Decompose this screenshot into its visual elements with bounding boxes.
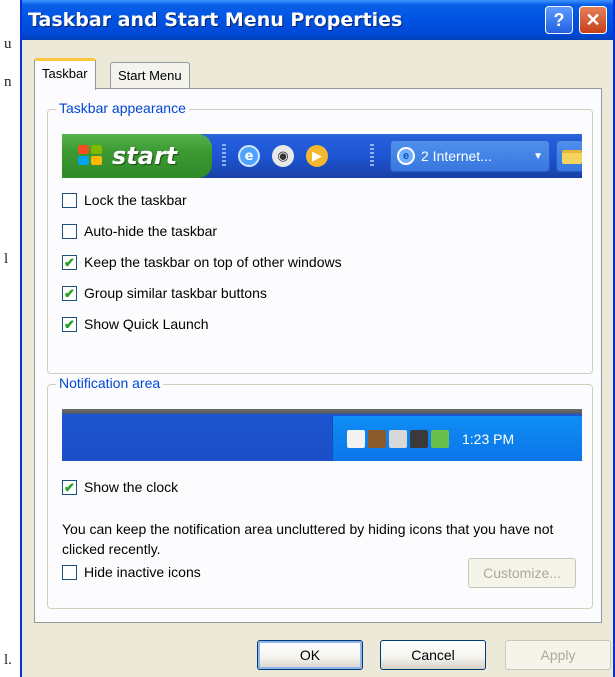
hide-inactive-label: Hide inactive icons: [84, 564, 201, 580]
group-buttons-checkbox[interactable]: [62, 285, 77, 301]
help-button[interactable]: ?: [545, 6, 573, 34]
auto-hide-label: Auto-hide the taskbar: [84, 223, 218, 239]
keep-on-top-checkbox[interactable]: [62, 254, 77, 270]
background-text-3: l: [4, 251, 9, 267]
tray-icon-3: [389, 429, 407, 448]
background-text-1: u: [4, 36, 12, 52]
chevron-down-icon: ▼: [533, 150, 543, 162]
window-title: Taskbar and Start Menu Properties: [28, 9, 403, 31]
show-clock-checkbox[interactable]: [62, 479, 77, 495]
quick-launch-label: Show Quick Launch: [84, 316, 209, 332]
start-button-preview: start: [62, 134, 212, 178]
folder-button-preview: [556, 140, 582, 172]
close-button[interactable]: ✕: [579, 6, 607, 34]
clock-time: 1:23 PM: [462, 430, 515, 447]
media-icon: ▶: [306, 145, 328, 167]
ok-button[interactable]: OK: [257, 640, 363, 670]
apply-button[interactable]: Apply: [505, 640, 611, 670]
internet-explorer-icon: e: [238, 145, 260, 167]
media-player-icon: ◉: [272, 145, 294, 167]
lock-taskbar-checkbox[interactable]: [62, 192, 77, 208]
auto-hide-option[interactable]: Auto-hide the taskbar: [62, 223, 217, 239]
folder-icon: [562, 150, 582, 164]
notification-preview: 1:23 PM: [62, 409, 582, 461]
quick-launch-option[interactable]: Show Quick Launch: [62, 316, 209, 332]
system-tray-preview: 1:23 PM: [332, 416, 582, 461]
tray-icon-1: [347, 429, 365, 448]
tab-panel: Taskbar appearance start e ◉ ▶ e 2 Inter…: [34, 88, 602, 623]
taskbar-grip: [370, 144, 374, 168]
internet-explorer-icon: e: [397, 147, 415, 165]
auto-hide-checkbox[interactable]: [62, 223, 77, 239]
quick-launch-checkbox[interactable]: [62, 316, 77, 332]
notification-area-group: Notification area 1:23 PM Show the clock…: [47, 375, 593, 609]
tab-taskbar[interactable]: Taskbar: [34, 58, 96, 90]
quick-launch-grip: [222, 144, 226, 168]
taskbar-preview: start e ◉ ▶ e 2 Internet... ▼: [62, 134, 582, 178]
taskbar-appearance-group: Taskbar appearance start e ◉ ▶ e 2 Inter…: [47, 100, 593, 374]
tab-start-menu[interactable]: Start Menu: [110, 62, 190, 88]
taskbar-appearance-legend: Taskbar appearance: [56, 100, 189, 116]
show-clock-option[interactable]: Show the clock: [62, 479, 178, 495]
show-clock-label: Show the clock: [84, 479, 179, 495]
tray-icon-4: [410, 429, 428, 448]
windows-logo-icon: [78, 145, 104, 167]
hide-inactive-checkbox[interactable]: [62, 564, 77, 580]
lock-taskbar-label: Lock the taskbar: [84, 192, 187, 208]
tray-icon-5: [431, 429, 449, 448]
task-button-label: 2 Internet...: [421, 148, 492, 164]
group-buttons-option[interactable]: Group similar taskbar buttons: [62, 285, 267, 301]
tray-icon-2: [368, 429, 386, 448]
notification-description: You can keep the notification area unclu…: [62, 521, 554, 557]
group-buttons-label: Group similar taskbar buttons: [84, 285, 267, 301]
notification-area-legend: Notification area: [56, 375, 164, 391]
background-text-4: l.: [4, 652, 12, 668]
hide-inactive-option[interactable]: Hide inactive icons: [62, 564, 201, 580]
task-button-preview: e 2 Internet... ▼: [390, 140, 550, 172]
lock-taskbar-option[interactable]: Lock the taskbar: [62, 192, 187, 208]
background-text-2: n: [4, 74, 12, 90]
properties-dialog: Taskbar and Start Menu Properties ? ✕ Ta…: [20, 0, 615, 677]
start-label: start: [112, 142, 178, 170]
title-bar[interactable]: Taskbar and Start Menu Properties ? ✕: [22, 0, 613, 40]
keep-on-top-label: Keep the taskbar on top of other windows: [84, 254, 342, 270]
customize-button[interactable]: Customize...: [468, 558, 576, 588]
cancel-button[interactable]: Cancel: [380, 640, 486, 670]
keep-on-top-option[interactable]: Keep the taskbar on top of other windows: [62, 254, 342, 270]
